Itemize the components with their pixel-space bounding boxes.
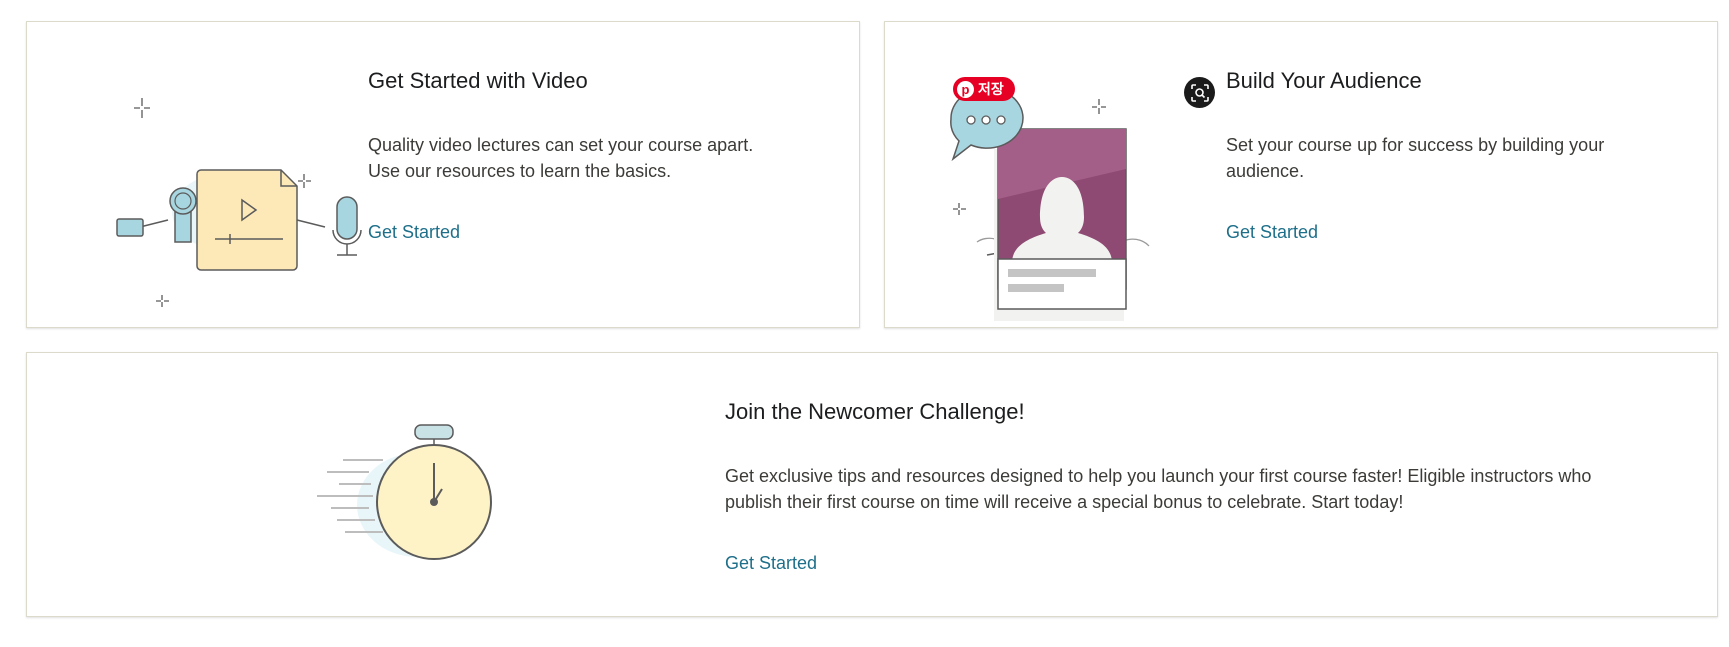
stopwatch-illustration-icon [317,424,492,560]
pinterest-logo-icon: p [957,80,974,98]
pinterest-save-button[interactable]: p 저장 [953,77,1015,101]
visual-search-icon[interactable] [1184,77,1215,108]
video-illustration-icon [116,98,362,307]
newcomer-challenge-card: Join the Newcomer Challenge! Get exclusi… [26,352,1718,617]
description-line: Use our resources to learn the basics. [368,161,672,181]
card-title: Build Your Audience [1226,68,1422,93]
card-description: Get exclusive tips and resources designe… [725,463,1685,515]
description-line: Get exclusive tips and resources designe… [725,466,1592,486]
card-title: Get Started with Video [368,68,588,93]
description-line: publish their first course on time will … [725,492,1404,512]
card-description: Set your course up for success by buildi… [1226,132,1604,184]
get-started-link[interactable]: Get Started [725,553,817,574]
video-card: Get Started with Video Quality video lec… [26,21,860,328]
card-description: Quality video lectures can set your cour… [368,132,753,184]
description-line: Set your course up for success by buildi… [1226,135,1605,155]
get-started-link[interactable]: Get Started [368,222,460,243]
audience-illustration-icon [950,87,1150,321]
get-started-link[interactable]: Get Started [1226,222,1318,243]
audience-card: Build Your Audience Set your course up f… [884,21,1718,328]
description-line: audience. [1226,161,1305,181]
description-line: Quality video lectures can set your cour… [368,135,754,155]
card-title: Join the Newcomer Challenge! [725,399,1025,424]
pin-save-label: 저장 [978,81,1004,97]
lens-glyph-icon [1190,83,1209,102]
